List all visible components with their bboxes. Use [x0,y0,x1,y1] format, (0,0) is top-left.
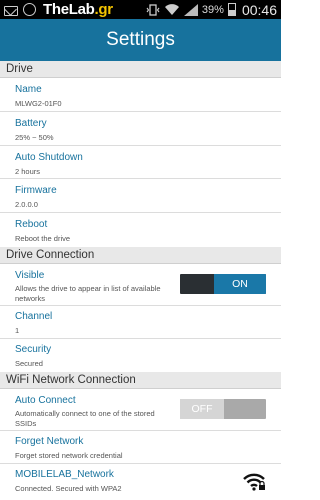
setting-value: 2 hours [15,167,41,176]
setting-value: Secured [15,359,43,368]
wifi-status-icon [164,3,179,15]
setting-label: Forget Network [15,436,84,447]
setting-label: Auto Shutdown [15,152,83,163]
brand-logo: TheLab.gr [43,1,113,18]
vibrate-icon [146,3,160,16]
auto-connect-toggle[interactable]: OFF [180,399,266,419]
wifi-locked-icon [243,473,265,491]
section-header-wifi: WiFi Network Connection [0,372,281,389]
setting-label: Auto Connect [15,395,76,406]
setting-auto-connect[interactable]: Auto Connect Automatically connect to on… [0,389,281,431]
setting-value: MLWG2-01F0 [15,99,62,108]
setting-label: Channel [15,311,53,322]
setting-reboot[interactable]: Reboot Reboot the drive [0,213,281,247]
setting-label: Name [15,84,42,95]
setting-channel[interactable]: Channel 1 [0,306,281,339]
alarm-icon [23,3,36,16]
status-bar: TheLab.gr 39% 00:46 [0,0,281,19]
section-header-drive: Drive [0,61,281,78]
app-bar: Settings [0,19,281,61]
setting-value: Forget stored network credential [15,451,123,460]
setting-label: Security [15,344,52,355]
mail-icon [4,5,18,16]
setting-firmware[interactable]: Firmware 2.0.0.0 [0,179,281,213]
toggle-knob: ON [214,274,266,294]
setting-value: Connected. Secured with WPA2 [15,484,122,493]
setting-value: Automatically connect to one of the stor… [15,409,155,428]
setting-name[interactable]: Name MLWG2-01F0 [0,78,281,112]
setting-forget-network[interactable]: Forget Network Forget stored network cre… [0,431,281,464]
signal-icon [183,3,198,16]
clock: 00:46 [241,1,277,18]
setting-auto-shutdown[interactable]: Auto Shutdown 2 hours [0,146,281,179]
setting-battery[interactable]: Battery 25% ~ 50% [0,112,281,146]
visible-toggle[interactable]: ON [180,274,266,294]
setting-security[interactable]: Security Secured [0,339,281,372]
setting-value: 1 [15,326,20,335]
setting-network[interactable]: MOBILELAB_Network Connected. Secured wit… [0,464,281,500]
battery-percent: 39% [201,3,224,16]
setting-visible[interactable]: Visible Allows the drive to appear in li… [0,264,281,306]
setting-label: Battery [15,118,47,129]
setting-value: 2.0.0.0 [15,200,38,209]
setting-value: Reboot the drive [15,234,71,243]
setting-label: Visible [15,270,45,281]
battery-icon [227,3,236,16]
setting-label: Reboot [15,219,48,230]
section-header-drive-connection: Drive Connection [0,247,281,264]
page-title: Settings [106,29,175,50]
setting-value: 25% ~ 50% [15,133,54,142]
setting-label: Firmware [15,185,57,196]
toggle-knob: OFF [180,399,224,419]
setting-value: Allows the drive to appear in list of av… [15,284,161,303]
setting-label: MOBILELAB_Network [15,469,114,480]
